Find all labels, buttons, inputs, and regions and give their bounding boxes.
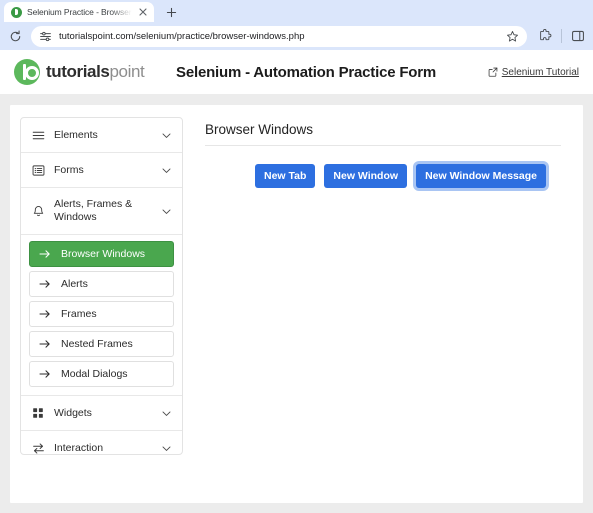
bell-icon [31,204,45,218]
chevron-down-icon[interactable] [160,205,172,217]
reload-icon[interactable] [5,26,25,46]
sidebar-item-alerts-frames-windows[interactable]: Alerts, Frames & Windows [21,188,182,235]
sidebar-subitem-modal-dialogs[interactable]: Modal Dialogs [29,361,174,387]
page-title: Selenium - Automation Practice Form [176,63,437,81]
arrow-right-icon [38,339,51,350]
sidebar-subitem-label: Frames [61,308,97,320]
logo-text-primary: tutorials [46,62,110,81]
chevron-down-icon[interactable] [160,129,172,141]
new-tab-action-button[interactable]: New Tab [255,164,316,188]
sidebar-subitem-label: Modal Dialogs [61,368,128,380]
site-header: tutorialspoint Selenium - Automation Pra… [0,50,593,95]
sidebar-subitem-nested-frames[interactable]: Nested Frames [29,331,174,357]
external-link-icon [488,67,498,77]
sidebar-subitem-label: Browser Windows [61,248,146,260]
new-tab-button[interactable] [161,2,181,22]
grid-icon [31,406,45,420]
browser-tab[interactable]: Selenium Practice - Browser [4,2,154,22]
arrow-right-icon [38,249,51,260]
side-panel-icon[interactable] [568,26,588,46]
sidebar-subitem-browser-windows[interactable]: Browser Windows [29,241,174,267]
sidebar-subitem-label: Alerts [61,278,88,290]
browser-chrome: Selenium Practice - Browser tutorialspoi… [0,0,593,50]
sidebar-submenu: Browser Windows Alerts Frames Nested Fra… [21,235,182,396]
sidebar-item-interaction[interactable]: Interaction [21,431,182,454]
chevron-down-icon[interactable] [160,442,172,454]
sidebar-item-label: Interaction [54,441,104,454]
sidebar-item-label: Elements [54,128,98,141]
sidebar-item-forms[interactable]: Forms [21,153,182,188]
form-list-icon [31,163,45,177]
new-window-button[interactable]: New Window [324,164,408,188]
web-page: tutorialspoint Selenium - Automation Pra… [0,50,593,513]
swap-arrows-icon [31,441,45,454]
section-title: Browser Windows [205,122,561,146]
chevron-down-icon[interactable] [160,407,172,419]
sidebar-subitem-alerts[interactable]: Alerts [29,271,174,297]
selenium-tutorial-label: Selenium Tutorial [501,66,579,78]
arrow-right-icon [38,279,51,290]
hamburger-icon [31,128,45,142]
tutorialspoint-logo-mark [14,59,40,85]
close-icon[interactable] [137,6,149,18]
sidebar-nav: Elements Forms Alerts, Frames & Windows … [20,117,183,455]
sidebar-item-label: Widgets [54,406,92,419]
url-text[interactable]: tutorialspoint.com/selenium/practice/bro… [59,31,498,42]
content-card: Elements Forms Alerts, Frames & Windows … [10,105,583,503]
puzzle-icon[interactable] [535,26,555,46]
sidebar-subitem-frames[interactable]: Frames [29,301,174,327]
sidebar-item-elements[interactable]: Elements [21,118,182,153]
address-bar[interactable]: tutorialspoint.com/selenium/practice/bro… [31,25,527,47]
arrow-right-icon [38,309,51,320]
content-area: Elements Forms Alerts, Frames & Windows … [0,95,593,513]
button-row: New Tab New Window New Window Message [205,164,561,188]
chevron-down-icon[interactable] [160,164,172,176]
tab-title: Selenium Practice - Browser [27,7,132,17]
selenium-tutorial-link[interactable]: Selenium Tutorial [488,67,579,78]
sidebar-item-widgets[interactable]: Widgets [21,396,182,431]
sidebar-item-label: Forms [54,163,84,176]
site-settings-icon[interactable] [39,30,52,43]
browser-toolbar: tutorialspoint.com/selenium/practice/bro… [0,22,593,50]
main-panel: Browser Windows New Tab New Window New W… [193,117,573,491]
star-icon[interactable] [505,29,519,43]
toolbar-divider [561,29,562,43]
sidebar-item-label: Alerts, Frames & Windows [54,198,133,223]
sidebar-subitem-label: Nested Frames [61,338,133,350]
new-window-message-button[interactable]: New Window Message [416,164,546,188]
tab-strip: Selenium Practice - Browser [0,0,593,22]
arrow-right-icon [38,369,51,380]
tutorialspoint-favicon [11,6,22,18]
